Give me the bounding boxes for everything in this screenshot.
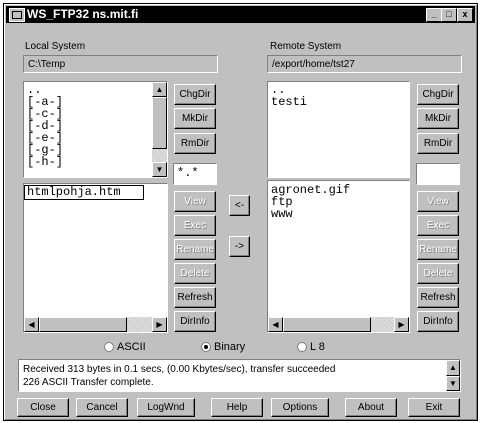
remote-exec-button[interactable]: Exec	[417, 215, 459, 236]
remote-file-hscrollbar[interactable]: ◀ ▶	[268, 317, 409, 332]
remote-file-list[interactable]: agronet.gif ftp www ◀ ▶	[267, 180, 410, 333]
remote-view-button[interactable]: View	[417, 191, 459, 212]
local-delete-button[interactable]: Delete	[174, 263, 216, 284]
minimize-button[interactable]: _	[426, 8, 442, 22]
local-chgdir-button[interactable]: ChgDir	[174, 84, 216, 105]
local-system-label: Local System	[25, 41, 86, 52]
remote-dir-list[interactable]: .. testi	[267, 81, 410, 178]
status-log: Received 313 bytes in 0.1 secs, (0.00 Kb…	[18, 359, 461, 392]
l8-label: L 8	[310, 341, 325, 353]
local-dir-list[interactable]: .. [-a-] [-c-] [-d-] [-e-] [-g-] [-h-] ▲ ▼	[23, 81, 168, 178]
local-dir-item[interactable]: [-h-]	[27, 156, 63, 168]
ascii-radio[interactable]: ASCII	[104, 341, 146, 353]
radio-dot	[201, 342, 211, 353]
file-selection-focus	[24, 185, 144, 200]
local-file-list[interactable]: htmlpohja.htm ◀ ▶	[23, 183, 168, 333]
scroll-left-icon[interactable]: ◀	[268, 317, 283, 332]
scroll-right-icon[interactable]: ▶	[394, 317, 409, 332]
l8-radio[interactable]: L 8	[297, 341, 325, 353]
remote-refresh-button[interactable]: Refresh	[417, 287, 459, 308]
window-title: WS_FTP32 ns.mit.fi	[27, 7, 139, 21]
maximize-button[interactable]: □	[441, 8, 457, 22]
logwnd-button[interactable]: LogWnd	[137, 398, 195, 417]
local-dir-items: .. [-a-] [-c-] [-d-] [-e-] [-g-] [-h-]	[27, 84, 63, 168]
remote-dirinfo-button[interactable]: DirInfo	[417, 311, 459, 332]
options-button[interactable]: Options	[271, 398, 329, 417]
radio-dot	[104, 342, 114, 353]
local-dir-scrollbar[interactable]: ▲ ▼	[152, 82, 167, 177]
remote-dir-items: .. testi	[271, 84, 307, 108]
scroll-thumb[interactable]	[39, 317, 127, 332]
remote-chgdir-button[interactable]: ChgDir	[417, 84, 459, 105]
local-rename-button[interactable]: Rename	[174, 239, 216, 260]
remote-mkdir-button[interactable]: MkDir	[417, 108, 459, 129]
status-line-2: 226 ASCII Transfer complete.	[23, 377, 154, 388]
remote-path-field[interactable]: /export/home/tst27	[267, 55, 462, 73]
scroll-down-icon[interactable]: ▼	[152, 162, 167, 177]
remote-delete-button[interactable]: Delete	[417, 263, 459, 284]
status-scroll-down-icon[interactable]: ▼	[446, 376, 460, 391]
local-dirinfo-button[interactable]: DirInfo	[174, 311, 216, 332]
status-scroll-up-icon[interactable]: ▲	[446, 360, 460, 376]
binary-radio[interactable]: Binary	[201, 341, 245, 353]
remote-dir-item[interactable]: testi	[271, 96, 307, 108]
status-line-1: Received 313 bytes in 0.1 secs, (0.00 Kb…	[23, 364, 336, 375]
local-view-button[interactable]: View	[174, 191, 216, 212]
exit-button[interactable]: Exit	[408, 398, 460, 417]
app-icon	[9, 8, 25, 22]
remote-rename-button[interactable]: Rename	[417, 239, 459, 260]
local-path-field[interactable]: C:\Temp	[23, 55, 218, 73]
local-rmdir-button[interactable]: RmDir	[174, 133, 216, 154]
remote-file-items: agronet.gif ftp www	[271, 184, 350, 220]
about-button[interactable]: About	[345, 398, 397, 417]
local-refresh-button[interactable]: Refresh	[174, 287, 216, 308]
local-file-hscrollbar[interactable]: ◀ ▶	[24, 317, 167, 332]
scroll-up-icon[interactable]: ▲	[152, 82, 167, 97]
scroll-right-icon[interactable]: ▶	[152, 317, 167, 332]
remote-system-label: Remote System	[270, 41, 342, 52]
remote-file-item[interactable]: www	[271, 208, 350, 220]
radio-dot	[297, 342, 307, 353]
close-window-button[interactable]: x	[457, 8, 473, 22]
transfer-to-local-button[interactable]: <-	[229, 195, 250, 216]
close-button[interactable]: Close	[17, 398, 69, 417]
local-mkdir-button[interactable]: MkDir	[174, 108, 216, 129]
scroll-thumb[interactable]	[152, 97, 167, 149]
ascii-label: ASCII	[117, 341, 146, 353]
remote-rmdir-button[interactable]: RmDir	[417, 133, 459, 154]
local-exec-button[interactable]: Exec	[174, 215, 216, 236]
remote-filter-input[interactable]	[416, 163, 460, 185]
title-bar[interactable]: WS_FTP32 ns.mit.fi _ □ x	[6, 6, 475, 23]
scroll-thumb[interactable]	[283, 317, 371, 332]
local-filter-input[interactable]: *.*	[173, 163, 217, 185]
help-button[interactable]: Help	[211, 398, 263, 417]
binary-label: Binary	[214, 341, 246, 353]
scroll-left-icon[interactable]: ◀	[24, 317, 39, 332]
transfer-to-remote-button[interactable]: ->	[229, 236, 250, 257]
cancel-button[interactable]: Cancel	[76, 398, 128, 417]
